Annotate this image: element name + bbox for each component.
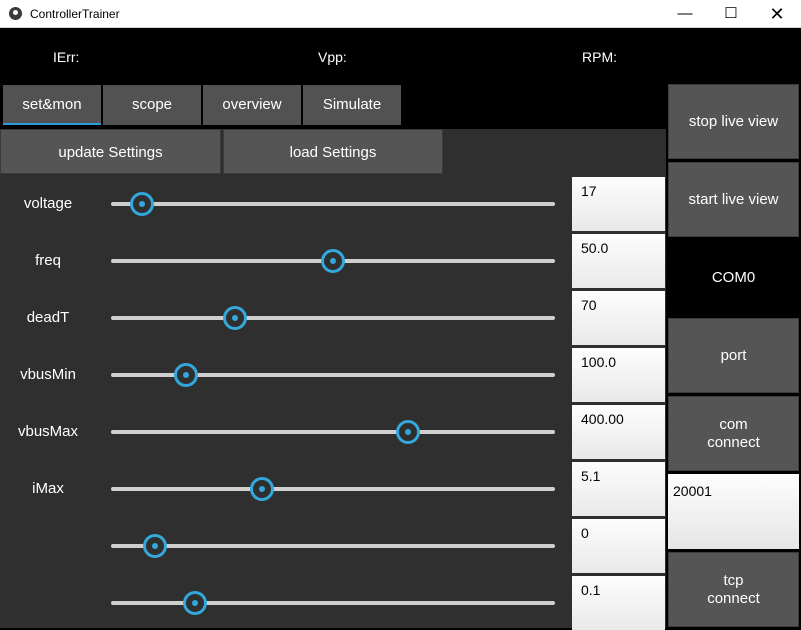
tcp-port-input[interactable]: 20001 — [668, 474, 799, 549]
voltage-slider-track[interactable] — [111, 202, 555, 206]
imax-value-field[interactable]: 5.1 — [572, 462, 665, 516]
slider-label: freq — [35, 252, 61, 269]
com-port-label: COM0 — [668, 240, 799, 316]
vbusmax-slider-track[interactable] — [111, 430, 555, 434]
freq-slider-knob[interactable] — [321, 249, 345, 273]
maximize-button[interactable]: ☐ — [708, 0, 754, 28]
voltage-value-field[interactable]: 17 — [572, 177, 665, 231]
imax-slider-knob[interactable] — [249, 477, 274, 501]
rpm-label: RPM: — [582, 49, 617, 65]
slider-label: iMax — [32, 480, 64, 497]
app-icon — [9, 7, 22, 20]
tcp-connect-button[interactable]: tcp connect — [668, 552, 799, 627]
slider-label: voltage — [23, 195, 73, 212]
tab-scope[interactable]: scope — [103, 85, 201, 125]
tab-overview[interactable]: overview — [203, 85, 301, 125]
tab-simulate[interactable]: Simulate — [303, 85, 401, 125]
deadt-slider-track[interactable] — [111, 316, 555, 320]
close-button[interactable]: ✕ — [754, 0, 800, 28]
freq-value-field[interactable]: 50.0 — [572, 234, 665, 288]
minimize-button[interactable]: — — [662, 0, 708, 28]
deadt-value-field[interactable]: 70 — [572, 291, 665, 345]
slider-8-value-field[interactable]: 0.1 — [572, 576, 665, 630]
voltage-slider-knob[interactable] — [130, 192, 155, 216]
slider-label: deadT — [26, 309, 70, 326]
title-bar: ControllerTrainer — ☐ ✕ — [0, 0, 801, 28]
stop-live-view-button[interactable]: stop live view — [668, 84, 799, 159]
slider-7-value-field[interactable]: 0 — [572, 519, 665, 573]
tab-set-mon[interactable]: set&mon — [3, 85, 101, 125]
ierr-label: IErr: — [53, 49, 80, 65]
slider-label: vbusMin — [20, 366, 76, 383]
slider-7-track[interactable] — [111, 544, 555, 548]
slider-label: vbusMax — [17, 423, 79, 440]
vpp-label: Vpp: — [318, 49, 347, 65]
vbusmin-value-field[interactable]: 100.0 — [572, 348, 665, 402]
update-settings-button[interactable]: update Settings — [0, 129, 221, 174]
load-settings-button[interactable]: load Settings — [223, 129, 443, 174]
com-connect-button[interactable]: com connect — [668, 396, 799, 471]
port-button[interactable]: port — [668, 318, 799, 393]
vbusmax-value-field[interactable]: 400.00 — [572, 405, 665, 459]
slider-8-track[interactable] — [111, 601, 555, 605]
window-title: ControllerTrainer — [30, 7, 120, 21]
start-live-view-button[interactable]: start live view — [668, 162, 799, 237]
imax-slider-track[interactable] — [111, 487, 555, 491]
